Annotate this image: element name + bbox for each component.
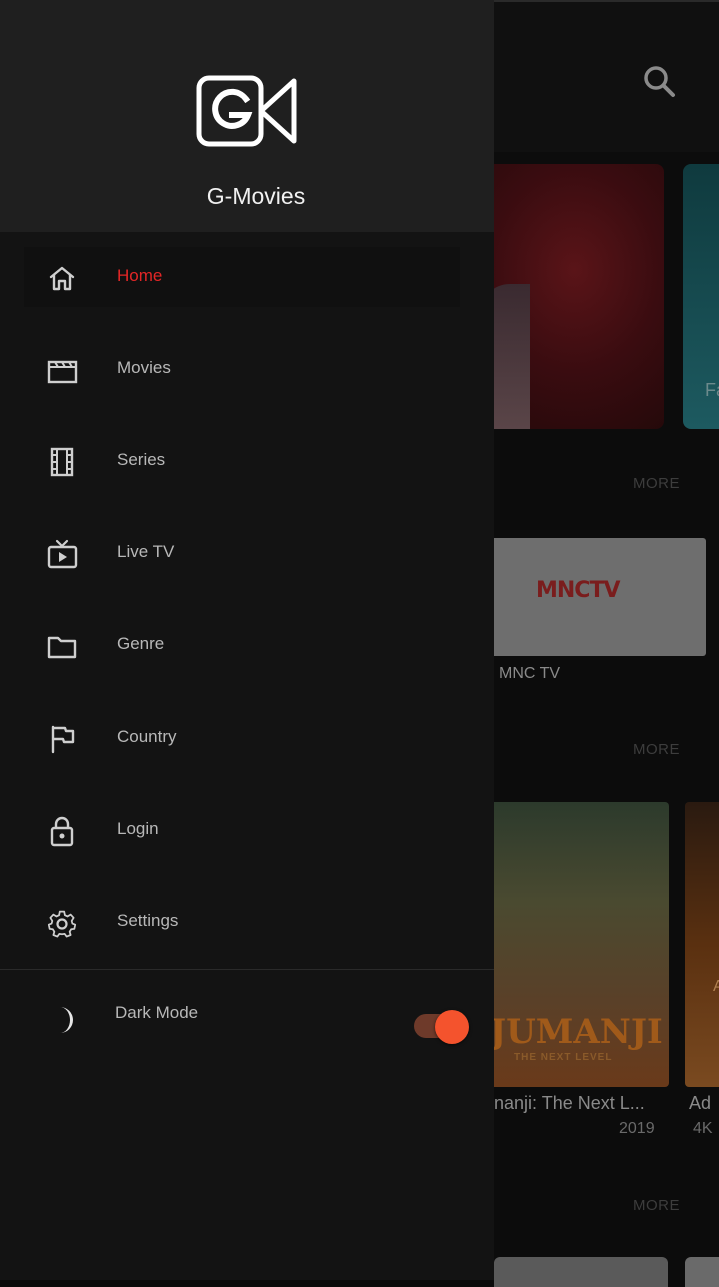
nav-item-label: Live TV	[117, 542, 175, 561]
dark-mode-label: Dark Mode	[115, 1003, 199, 1022]
flag-icon	[51, 725, 75, 754]
tv-channel-name: MNC TV	[499, 665, 561, 682]
nav-item-label: Country	[117, 727, 177, 746]
movie-year: 2019	[619, 1120, 655, 1137]
content-card[interactable]	[494, 1257, 668, 1287]
featured-slide-next[interactable]: Fa	[683, 164, 719, 429]
nav-item-country[interactable]: Country	[24, 708, 460, 768]
folder-icon	[47, 636, 77, 659]
clapperboard-icon	[47, 360, 78, 384]
dark-mode-toggle[interactable]	[414, 1010, 472, 1044]
app-title: G-Movies	[206, 183, 306, 209]
lock-icon	[50, 816, 74, 847]
film-strip-icon	[50, 447, 74, 477]
drawer-divider	[0, 969, 494, 970]
nav-item-label: Login	[117, 819, 159, 838]
more-link-tv[interactable]: MORE	[633, 475, 680, 492]
nav-item-live-tv[interactable]: Live TV	[24, 523, 460, 583]
nav-item-label: Home	[117, 266, 163, 285]
channel-logo: MNCTV	[536, 578, 621, 603]
nav-item-label: Genre	[117, 634, 165, 653]
nav-item-label: Settings	[117, 911, 179, 930]
nav-item-label: Series	[117, 450, 166, 469]
nav-item-login[interactable]: Login	[24, 800, 460, 860]
search-icon[interactable]	[640, 62, 680, 102]
nav-item-movies[interactable]: Movies	[24, 339, 460, 399]
navigation-drawer: G-Movies Home Movies Series Live TV Genr…	[0, 0, 494, 1280]
home-icon	[49, 266, 75, 291]
dark-mode-row: Dark Mode	[0, 985, 494, 1065]
movie-title: nanji: The Next L...	[494, 1093, 645, 1113]
nav-item-label: Movies	[117, 358, 171, 377]
nav-item-settings[interactable]: Settings	[24, 892, 460, 952]
moon-icon	[60, 1007, 73, 1033]
more-link-movies[interactable]: MORE	[633, 741, 680, 758]
movie-title: Ad	[689, 1093, 712, 1113]
gear-icon	[47, 910, 77, 938]
app-logo-icon	[196, 75, 297, 147]
nav-item-series[interactable]: Series	[24, 431, 460, 491]
nav-item-genre[interactable]: Genre	[24, 615, 460, 675]
nav-item-home[interactable]: Home	[24, 247, 460, 307]
movie-poster[interactable]: A	[685, 802, 719, 1087]
content-card[interactable]	[685, 1257, 719, 1287]
movie-quality: 4K	[693, 1120, 713, 1137]
drawer-header: G-Movies	[0, 0, 494, 232]
live-tv-icon	[47, 539, 78, 569]
more-link-series[interactable]: MORE	[633, 1197, 680, 1214]
